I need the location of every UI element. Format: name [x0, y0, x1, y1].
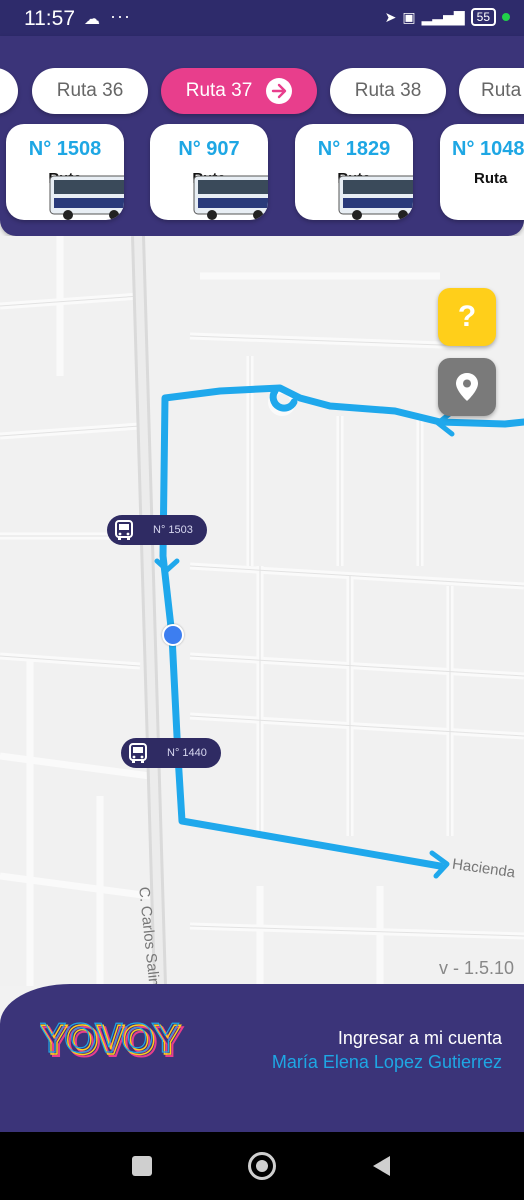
route-pill-36[interactable]: Ruta 36	[32, 68, 148, 114]
bus-card-1048[interactable]: N° 1048 Ruta	[440, 124, 524, 220]
route-pill-next[interactable]: Ruta	[459, 68, 524, 114]
status-time: 11:57	[24, 7, 75, 30]
bus-number: N° 1508	[28, 138, 102, 160]
privacy-dot-icon	[502, 13, 510, 21]
bus-marker-1503[interactable]: N° 1503	[107, 515, 207, 545]
bus-card-907[interactable]: N° 907 Ruta	[150, 124, 268, 220]
bus-image-icon	[193, 175, 268, 220]
bus-number: N° 907	[178, 138, 240, 160]
more-notifications-icon: ···	[110, 6, 131, 26]
status-bar: 11:57 ☁ ··· ➤ ▣ ▂▃▅▇ 55	[0, 0, 524, 36]
svg-text:YOVOY: YOVOY	[40, 1020, 179, 1061]
my-location-dot	[162, 624, 184, 646]
bus-icon	[115, 520, 133, 540]
system-nav-bar	[0, 1132, 524, 1200]
bus-number: N° 1829	[317, 138, 391, 160]
back-icon[interactable]	[370, 1154, 392, 1178]
battery-icon: 55	[470, 8, 496, 26]
map-streets	[0, 236, 524, 986]
volte-icon: ▣	[402, 8, 416, 25]
question-icon: ?	[457, 300, 477, 333]
route-header: Ruta 36 Ruta 37 Ruta 38 Ruta N° 1508 Rut…	[0, 36, 524, 236]
home-icon[interactable]	[248, 1152, 276, 1180]
yovoy-logo: YOVOY YOVOY YOVOY	[40, 1020, 186, 1064]
bus-route-label: Ruta	[474, 170, 508, 187]
location-button[interactable]	[438, 358, 496, 416]
route-pill-prev[interactable]	[0, 68, 18, 114]
bus-card-1829[interactable]: N° 1829 Ruta	[295, 124, 413, 220]
bus-icon	[129, 743, 147, 763]
map-view[interactable]: C. Carlos Salinas de Hacienda	[0, 236, 524, 986]
help-button[interactable]: ?	[438, 288, 496, 346]
status-icons: ➤ ▣ ▂▃▅▇ 55	[385, 8, 510, 26]
cloud-icon: ☁	[84, 11, 100, 28]
bus-image-icon	[49, 175, 124, 220]
bus-marker-1440[interactable]: N° 1440	[121, 738, 221, 768]
route-pill-38[interactable]: Ruta 38	[330, 68, 446, 114]
map-pin-icon	[456, 373, 478, 401]
arrow-right-icon[interactable]	[266, 78, 293, 104]
bus-number: N° 1048	[452, 138, 524, 160]
account-footer[interactable]: YOVOY YOVOY YOVOY Ingresar a mi cuenta M…	[0, 984, 524, 1132]
bus-card-1508[interactable]: N° 1508 Ruta	[6, 124, 124, 220]
recents-icon[interactable]	[132, 1156, 152, 1176]
login-link[interactable]: Ingresar a mi cuenta	[338, 1028, 502, 1049]
route-pill-37[interactable]: Ruta 37	[161, 68, 317, 114]
user-name[interactable]: María Elena Lopez Gutierrez	[272, 1052, 502, 1073]
bus-image-icon	[338, 175, 413, 220]
signal-icon: ▂▃▅▇	[421, 8, 465, 25]
location-arrow-icon: ➤	[384, 8, 397, 25]
app-version: v - 1.5.10	[438, 958, 514, 978]
